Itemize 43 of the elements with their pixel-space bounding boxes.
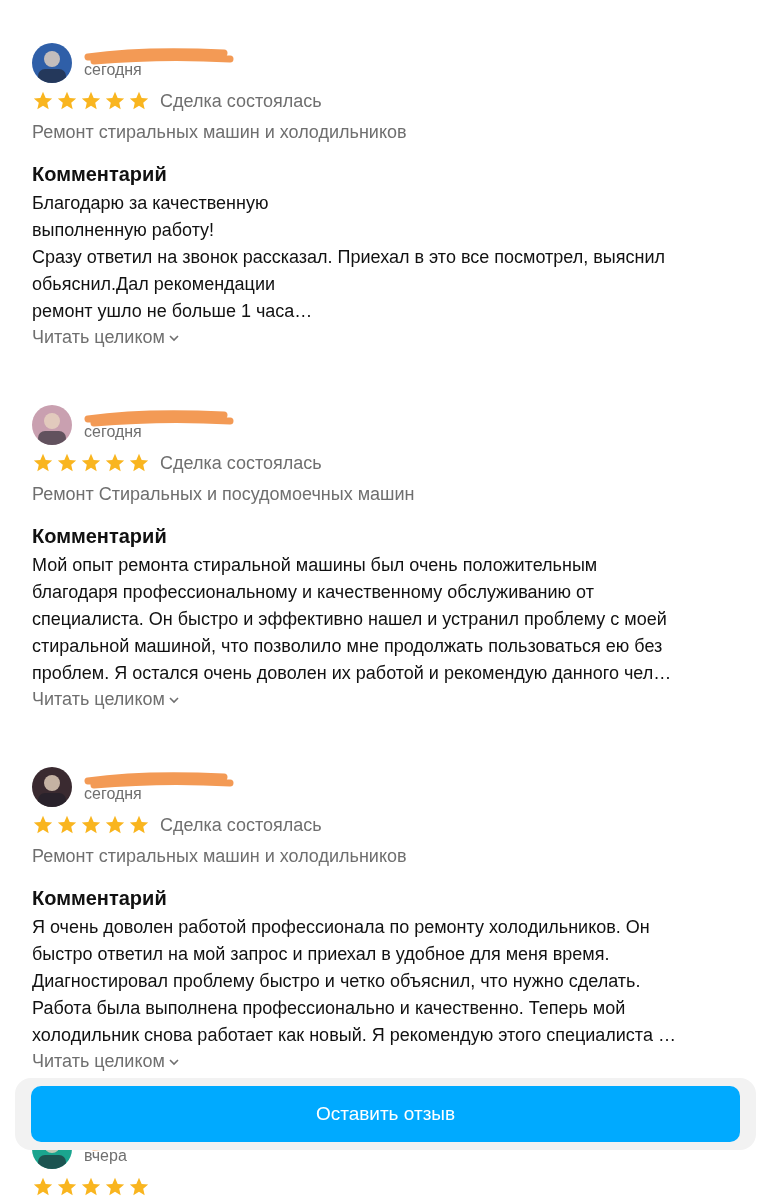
leave-review-button[interactable]: Оставить отзыв [31, 1086, 740, 1142]
star-icon [56, 814, 78, 836]
deal-status: Сделка состоялась [160, 90, 322, 112]
star-icon [128, 90, 150, 112]
star-icon [104, 814, 126, 836]
service-name: Ремонт стиральных машин и холодильников [32, 846, 408, 867]
star-icon [104, 1176, 126, 1198]
comment-text: Благодарю за качественную выполненную работу! Сразу ответил на звонок рассказал. Приехал в это все посмотрел, выяснил обьяснил.Дал рекомендации ремонт ушло не больше 1 часа… [32, 192, 666, 323]
star-icon [56, 1176, 78, 1198]
read-more-link[interactable]: Читать целиком [32, 1051, 179, 1072]
star-icon [104, 452, 126, 474]
chevron-down-icon [168, 1057, 179, 1066]
chevron-down-icon [168, 695, 179, 704]
star-icon [104, 90, 126, 112]
comment-heading: Комментарий [32, 887, 168, 910]
star-icon [80, 452, 102, 474]
review-date: сегодня [84, 423, 143, 441]
review-date: сегодня [84, 785, 143, 803]
star-icon [80, 814, 102, 836]
comment-heading: Комментарий [32, 163, 168, 186]
star-icon [32, 814, 54, 836]
star-icon [56, 90, 78, 112]
star-icon [128, 1176, 150, 1198]
comment-text: Мой опыт ремонта стиральной машины был очень положительным благодаря профессиональному и качественному обслуживанию от специалиста. Он быстро и эффективно нашел и устранил проблему с моей стиральной машиной, что позволило мне продолжать пользоваться ею без проблем. Я остался очень доволен их работой и рекомендую данного чел… [32, 554, 673, 685]
service-name: Ремонт стиральных машин и холодильников [32, 122, 408, 143]
review-date: вчера [84, 1147, 128, 1165]
comment-text: Я очень доволен работой профессионала по ремонту холодильников. Он быстро ответил на мой запрос и приехал в удобное для меня время. Диагностировал проблему быстро и четко объяснил, что нужно сделать. Работа была выполнена профессионально и качественно. Теперь мой холодильник снова работает как новый. Я рекомендую этого специалиста … [32, 916, 677, 1047]
star-icon [128, 452, 150, 474]
star-icon [56, 452, 78, 474]
star-icon [128, 814, 150, 836]
service-name: Ремонт Стиральных и посудомоечных машин [32, 484, 416, 505]
star-icon [32, 90, 54, 112]
star-icon [80, 90, 102, 112]
deal-status: Сделка состоялась [160, 814, 322, 836]
comment-heading: Комментарий [32, 525, 168, 548]
star-icon [32, 1176, 54, 1198]
read-more-link[interactable]: Читать целиком [32, 689, 179, 710]
review-date: сегодня [84, 61, 143, 79]
star-icon [32, 452, 54, 474]
chevron-down-icon [168, 333, 179, 342]
deal-status: Сделка состоялась [160, 452, 322, 474]
read-more-link[interactable]: Читать целиком [32, 327, 179, 348]
star-icon [80, 1176, 102, 1198]
